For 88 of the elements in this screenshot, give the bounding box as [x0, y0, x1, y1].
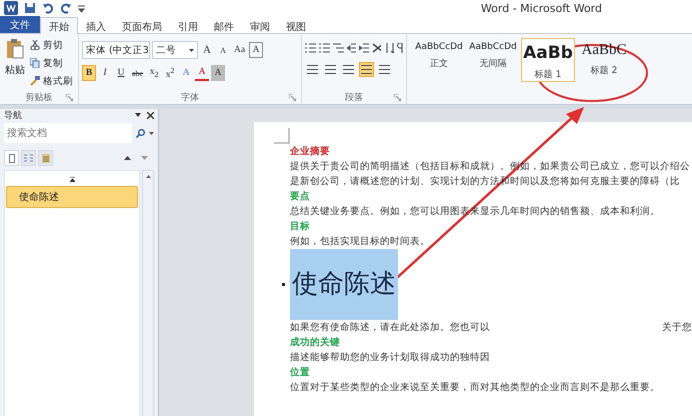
format-button[interactable]: Aa [232, 42, 248, 58]
dropdown-icon [189, 48, 194, 52]
scroll-up-icon[interactable] [146, 175, 150, 178]
previous-arrow-icon[interactable] [124, 156, 131, 160]
file-tab[interactable]: 文件 [0, 16, 40, 33]
numbering-icon[interactable] [319, 43, 330, 53]
heading-text: 使命陈述 [290, 249, 398, 320]
ribbon-tab[interactable]: 邮件 [206, 18, 242, 33]
body-text: 描述能够帮助您的业务计划取得成功的独特因 [290, 351, 490, 365]
dialog-launcher-icon[interactable] [394, 94, 401, 101]
paste-button[interactable]: 粘贴 [3, 37, 27, 90]
format-button[interactable]: I [98, 65, 112, 81]
heading-item[interactable]: 使命陈述 [6, 186, 138, 208]
format-button[interactable]: A [216, 42, 230, 58]
body-text: 如果您有使命陈述，请在此处添加。您也可以 [290, 321, 490, 335]
group-label: 剪贴板 [26, 92, 52, 104]
pane-title: 导航 [4, 110, 22, 122]
multilevel-list-icon[interactable] [333, 43, 344, 53]
dropdown-icon[interactable] [135, 113, 141, 117]
word-logo-icon[interactable] [4, 1, 18, 15]
sort-icon[interactable] [384, 43, 394, 53]
body-text: 位置对于某些类型的企业来说至关重要，而对其他类型的企业而言则不是那么重要。 [290, 381, 660, 395]
pages-tab[interactable] [21, 150, 36, 166]
close-icon[interactable] [147, 112, 154, 118]
page-icon [8, 154, 14, 162]
scissors-icon [30, 40, 40, 50]
format-button[interactable]: A [211, 65, 226, 81]
format-button[interactable]: U [114, 65, 128, 81]
group-label: 字体 [181, 92, 199, 104]
center-button[interactable] [323, 62, 338, 77]
search-icon [136, 128, 145, 138]
collapse-icon[interactable] [70, 177, 74, 182]
ribbon-tab[interactable]: 开始 [40, 17, 78, 34]
section-heading: 要点 [290, 190, 310, 204]
format-button[interactable]: x$^{2}$ [163, 65, 178, 81]
style-gallery-item[interactable]: AaBbC 标题 2 [577, 38, 631, 82]
headings-tab[interactable] [4, 150, 19, 166]
section-heading: 成功的关键 [290, 336, 340, 350]
dialog-launcher-icon[interactable] [66, 94, 73, 101]
body-text: 关于您 [662, 321, 692, 335]
customize-dropdown-icon[interactable] [78, 3, 85, 13]
style-gallery-item[interactable]: AaBb 标题 1 [521, 38, 575, 82]
format-button[interactable]: A [249, 42, 264, 58]
font-name-field[interactable]: 宋体 (中文正3 [82, 41, 150, 59]
format-button[interactable]: A [195, 65, 210, 81]
align-left-button[interactable] [305, 62, 320, 77]
style-gallery-item[interactable]: AaBbCcDd 无间隔 [467, 38, 519, 82]
body-text: 例如，包括实现目标的时间表。 [290, 235, 430, 249]
results-tab[interactable] [38, 150, 53, 166]
grid-icon [24, 154, 33, 162]
save-icon[interactable] [24, 2, 36, 14]
group-label: 段落 [345, 92, 363, 104]
ribbon-tab[interactable]: 审阅 [242, 18, 278, 33]
section-heading: 企业摘要 [290, 144, 330, 159]
search-field[interactable]: 搜索文档 [4, 123, 132, 143]
margin-corner-mark [274, 128, 290, 144]
section-heading: 位置 [290, 366, 310, 380]
section-heading: 目标 [290, 220, 310, 234]
ribbon-tab[interactable]: 引用 [170, 18, 206, 33]
scrollbar[interactable] [142, 170, 154, 416]
document-icon [42, 154, 50, 162]
distribute-button[interactable] [377, 62, 392, 77]
clipboard-icon [6, 39, 24, 59]
justify-button[interactable] [359, 62, 374, 77]
format-button[interactable]: B [82, 65, 96, 81]
cut-button[interactable]: 剪切 [30, 37, 73, 53]
brush-icon [30, 76, 40, 86]
font-size-field[interactable]: 二号 [152, 41, 198, 59]
dialog-launcher-icon[interactable] [289, 94, 296, 101]
ribbon-tab[interactable]: 页面布局 [114, 18, 170, 33]
ribbon-tab[interactable]: 插入 [78, 18, 114, 33]
decrease-indent-icon[interactable] [347, 43, 356, 53]
copy-icon [30, 58, 40, 68]
format-button[interactable]: A [200, 42, 214, 58]
dropdown-icon [149, 132, 154, 134]
undo-icon[interactable] [42, 2, 54, 14]
bullets-icon[interactable] [305, 43, 316, 53]
redo-icon[interactable] [60, 2, 72, 14]
format-button[interactable]: abe [130, 65, 146, 81]
chinese-layout-icon[interactable] [372, 43, 382, 53]
style-gallery-item[interactable]: AaBbCcDd 正文 [413, 38, 465, 82]
format-painter-button[interactable]: 格式刷 [30, 73, 73, 89]
copy-button[interactable]: 复制 [30, 55, 73, 71]
format-button[interactable]: x$_{2}$ [147, 65, 162, 81]
window-title: Word - Microsoft Word [480, 2, 602, 14]
ribbon-tab[interactable]: 视图 [278, 18, 314, 33]
align-right-button[interactable] [341, 62, 356, 77]
increase-indent-icon[interactable] [359, 43, 369, 53]
